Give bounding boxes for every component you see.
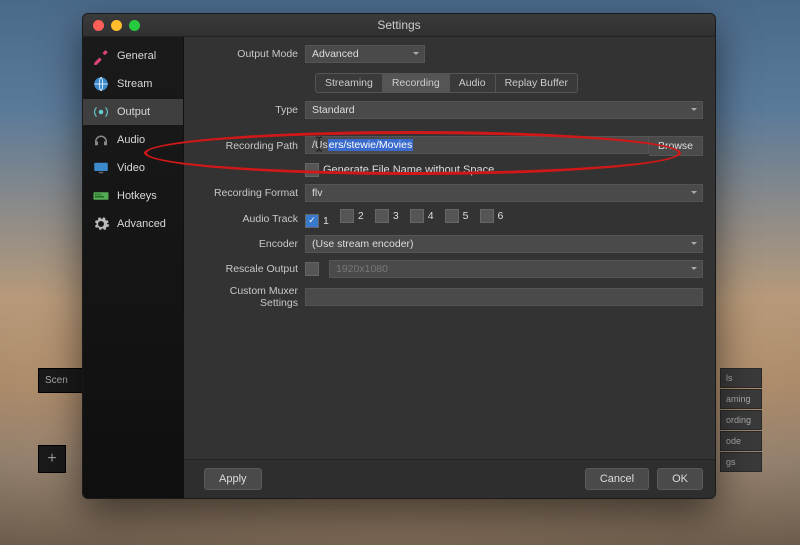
audio-track-5[interactable]: 5 — [445, 209, 469, 223]
monitor-icon — [92, 159, 110, 177]
audio-track-label: Audio Track — [190, 213, 305, 225]
path-selection: ers/stewie/Movies — [328, 139, 413, 151]
sidebar-item-label: Audio — [117, 134, 145, 146]
checkbox-icon — [480, 209, 494, 223]
settings-sidebar: General Stream Output Audio Video Hotkey… — [83, 37, 184, 498]
right-strip-item: gs — [720, 452, 762, 472]
rescale-checkbox[interactable] — [305, 262, 319, 276]
tab-streaming[interactable]: Streaming — [316, 74, 383, 92]
scenes-label: Scen — [45, 375, 68, 386]
audio-track-1[interactable]: 1 — [305, 214, 329, 228]
sidebar-item-stream[interactable]: Stream — [83, 71, 183, 97]
recording-path-label: Recording Path — [190, 140, 305, 152]
muxer-label: Custom Muxer Settings — [190, 285, 305, 309]
output-mode-select[interactable]: Advanced — [305, 45, 425, 63]
plus-icon: + — [47, 450, 56, 468]
sidebar-item-label: Hotkeys — [117, 190, 157, 202]
checkbox-icon — [375, 209, 389, 223]
sidebar-item-label: Advanced — [117, 218, 166, 230]
type-label: Type — [190, 104, 305, 116]
audio-track-2[interactable]: 2 — [340, 209, 364, 223]
tab-recording[interactable]: Recording — [383, 74, 450, 92]
checkbox-icon — [410, 209, 424, 223]
browse-button[interactable]: Browse — [649, 136, 703, 156]
checkbox-icon — [305, 163, 319, 177]
audio-track-3[interactable]: 3 — [375, 209, 399, 223]
settings-content: Output Mode Advanced Streaming Recording… — [184, 37, 715, 498]
sidebar-item-general[interactable]: General — [83, 43, 183, 69]
keyboard-icon — [92, 187, 110, 205]
sidebar-item-label: General — [117, 50, 156, 62]
sidebar-item-output[interactable]: Output — [83, 99, 183, 125]
sidebar-item-label: Stream — [117, 78, 152, 90]
right-strip-item: ording — [720, 410, 762, 430]
sidebar-item-label: Video — [117, 162, 145, 174]
ok-button[interactable]: OK — [657, 468, 703, 490]
gear-icon — [92, 215, 110, 233]
audio-track-group: 1 2 3 4 5 6 — [305, 209, 703, 228]
sidebar-item-video[interactable]: Video — [83, 155, 183, 181]
window-title: Settings — [83, 18, 715, 32]
recording-format-select[interactable]: flv — [305, 184, 703, 202]
encoder-label: Encoder — [190, 238, 305, 250]
muxer-input[interactable] — [305, 288, 703, 306]
checkbox-icon — [445, 209, 459, 223]
sidebar-item-audio[interactable]: Audio — [83, 127, 183, 153]
rescale-resolution-select: 1920x1080 — [329, 260, 703, 278]
checkbox-icon — [305, 214, 319, 228]
audio-track-6[interactable]: 6 — [480, 209, 504, 223]
apply-button[interactable]: Apply — [204, 468, 262, 490]
right-strip-item: ls — [720, 368, 762, 388]
checkbox-icon — [340, 209, 354, 223]
output-mode-label: Output Mode — [190, 48, 305, 60]
cancel-button[interactable]: Cancel — [585, 468, 649, 490]
settings-footer: Apply Cancel OK — [184, 459, 715, 498]
right-strip-item: ode — [720, 431, 762, 451]
tab-replay-buffer[interactable]: Replay Buffer — [496, 74, 577, 92]
headphones-icon — [92, 131, 110, 149]
sidebar-item-label: Output — [117, 106, 150, 118]
audio-track-4[interactable]: 4 — [410, 209, 434, 223]
type-select[interactable]: Standard — [305, 101, 703, 119]
generate-filename-checkbox[interactable]: Generate File Name without Space — [305, 163, 703, 177]
right-strip-peek: ls aming ording ode gs — [720, 368, 762, 472]
rescale-output-label: Rescale Output — [190, 263, 305, 275]
sidebar-item-advanced[interactable]: Advanced — [83, 211, 183, 237]
broadcast-icon — [92, 103, 110, 121]
output-tabs: Streaming Recording Audio Replay Buffer — [315, 73, 578, 93]
recording-format-label: Recording Format — [190, 187, 305, 199]
encoder-select[interactable]: (Use stream encoder) — [305, 235, 703, 253]
add-scene-button[interactable]: + — [38, 445, 66, 473]
titlebar: Settings — [83, 14, 715, 37]
generate-filename-label: Generate File Name without Space — [323, 164, 494, 176]
sidebar-item-hotkeys[interactable]: Hotkeys — [83, 183, 183, 209]
right-strip-item: aming — [720, 389, 762, 409]
recording-path-input[interactable]: /Users/stewie/Movies — [305, 136, 649, 154]
globe-icon — [92, 75, 110, 93]
wrench-icon — [92, 47, 110, 65]
tab-audio[interactable]: Audio — [450, 74, 496, 92]
settings-window: Settings General Stream Output Audio Vid — [82, 13, 716, 499]
